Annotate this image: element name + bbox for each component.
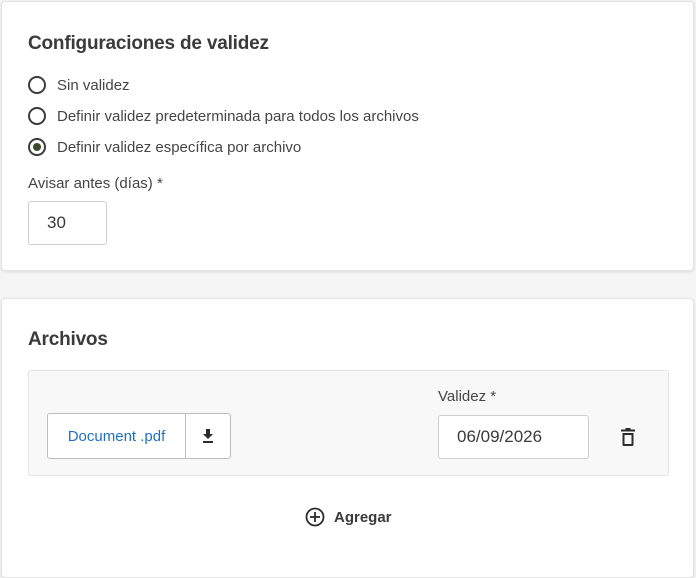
add-circle-icon	[305, 507, 325, 527]
add-file-label: Agregar	[334, 508, 392, 526]
notify-before-label: Avisar antes (días) *	[28, 175, 163, 192]
validity-settings-title: Configuraciones de validez	[28, 33, 269, 54]
file-name-link[interactable]: Document .pdf	[48, 414, 186, 458]
files-card: Archivos Document .pdf Validez * 06/09/2…	[1, 298, 694, 578]
radio-option-default-validity[interactable]: Definir validez predeterminada para todo…	[28, 105, 419, 127]
validity-settings-card: Configuraciones de validez Sin validez D…	[1, 1, 694, 271]
download-icon	[203, 429, 213, 443]
file-row: Document .pdf Validez *	[28, 370, 669, 476]
radio-label: Sin validez	[57, 76, 130, 94]
radio-button-selected[interactable]	[28, 138, 46, 156]
delete-file-button[interactable]	[618, 425, 638, 449]
radio-label: Definir validez predeterminada para todo…	[57, 107, 419, 125]
download-button[interactable]	[186, 414, 230, 458]
radio-button[interactable]	[28, 107, 46, 125]
radio-option-specific-validity[interactable]: Definir validez específica por archivo	[28, 136, 301, 158]
file-chip: Document .pdf	[47, 413, 231, 459]
files-title: Archivos	[28, 329, 108, 350]
trash-icon	[621, 428, 635, 446]
radio-label: Definir validez específica por archivo	[57, 138, 302, 156]
notify-before-input[interactable]	[28, 201, 107, 245]
add-file-button[interactable]: Agregar	[305, 505, 392, 529]
validity-label: Validez *	[438, 388, 497, 405]
radio-option-no-validity[interactable]: Sin validez	[28, 74, 130, 96]
radio-button[interactable]	[28, 76, 46, 94]
validity-date-input[interactable]	[438, 415, 589, 459]
